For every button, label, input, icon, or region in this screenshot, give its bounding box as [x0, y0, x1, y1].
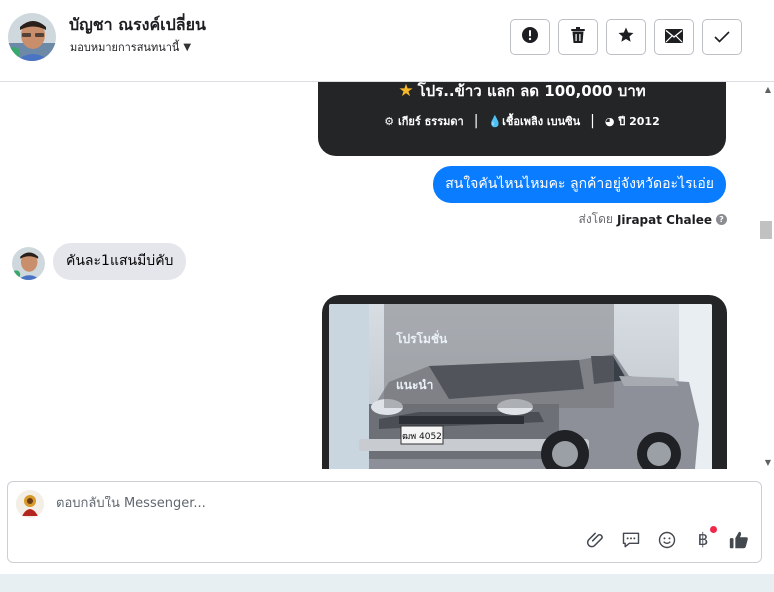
contact-name[interactable]: บัญชา ณรงค์เปลี่ยน [69, 13, 206, 38]
sent-by-info: ส่งโดย Jirapat Chalee ? [578, 210, 727, 229]
outgoing-message[interactable]: สนใจคันไหนไหมคะ ลูกค้าอยู่จังหวัดอะไรเอ่… [433, 166, 726, 203]
scrollbar-thumb[interactable] [760, 221, 772, 239]
scroll-down-arrow-icon[interactable]: ▼ [765, 458, 771, 467]
image-message-card[interactable]: ฒพ 4052 โปรโมชั่น แนะนำ [322, 295, 727, 469]
promo-card-meta: ⚙ เกียร์ ธรรมดา | 💧เชื้อเพลิง เบนซิน | ◕… [318, 112, 726, 130]
pickup-truck-image[interactable]: ฒพ 4052 โปรโมชั่น แนะนำ [329, 304, 712, 469]
star-button[interactable] [606, 19, 646, 55]
sender-avatar [12, 247, 45, 280]
contact-avatar[interactable] [8, 13, 56, 61]
divider: | [473, 113, 479, 129]
sent-by-prefix: ส่งโดย [578, 212, 613, 226]
reply-composer: ฿ [7, 481, 762, 563]
attachment-icon[interactable] [584, 528, 608, 552]
page-avatar [16, 490, 44, 518]
reply-input[interactable] [56, 496, 556, 511]
star-icon [617, 26, 635, 48]
thumbs-up-icon[interactable] [727, 528, 751, 552]
scroll-up-arrow-icon[interactable]: ▲ [765, 85, 771, 94]
caret-down-icon: ▼ [183, 41, 192, 53]
mark-done-button[interactable] [702, 19, 742, 55]
star-emoji-icon: ★ [398, 82, 414, 101]
divider: | [590, 113, 595, 129]
incoming-message[interactable]: คันละ1แสนมีบ่คับ [53, 243, 187, 280]
exclamation-icon [521, 26, 539, 48]
mark-spam-button[interactable] [510, 19, 550, 55]
trash-icon [570, 26, 586, 48]
help-icon[interactable]: ? [716, 214, 727, 225]
promo-overlay-line1: โปรโมชั่น [396, 332, 448, 346]
fuel-spec: 💧เชื้อเพลิง เบนซิน [488, 115, 581, 128]
mark-unread-button[interactable] [654, 19, 694, 55]
promo-card[interactable]: g ★ โปร..ข้าว แลก ลด 100,000 บาท ⚙ เกียร… [318, 82, 726, 156]
year-spec: ◕ ปี 2012 [604, 115, 660, 128]
delete-button[interactable] [558, 19, 598, 55]
assign-label: มอบหมายการสนทนานี้ [70, 41, 180, 54]
checkmark-icon [714, 28, 730, 47]
emoji-icon[interactable] [655, 528, 679, 552]
notification-dot [710, 526, 717, 533]
thread-scrollbar[interactable]: ▲ ▼ [760, 82, 774, 469]
assign-conversation-dropdown[interactable]: มอบหมายการสนทนานี้ ▼ [70, 38, 191, 56]
saved-replies-icon[interactable] [619, 528, 643, 552]
gear-spec: ⚙ เกียร์ ธรรมดา [384, 115, 464, 128]
license-plate: ฒพ 4052 [402, 432, 442, 442]
conversation-header: บัญชา ณรงค์เปลี่ยน มอบหมายการสนทนานี้ ▼ [0, 0, 774, 82]
sent-by-name: Jirapat Chalee [616, 212, 712, 227]
bottom-band [0, 574, 774, 592]
promo-card-title: ★ โปร..ข้าว แลก ลด 100,000 บาท [398, 82, 646, 101]
speedometer-icon: ◕ [604, 115, 615, 128]
message-thread[interactable]: g ★ โปร..ข้าว แลก ลด 100,000 บาท ⚙ เกียร… [0, 82, 774, 469]
promo-overlay-line2: แนะนำ [396, 378, 434, 392]
gear-icon: ⚙ [384, 115, 395, 128]
envelope-icon [665, 28, 683, 47]
fuel-drop-icon: 💧 [488, 115, 503, 128]
